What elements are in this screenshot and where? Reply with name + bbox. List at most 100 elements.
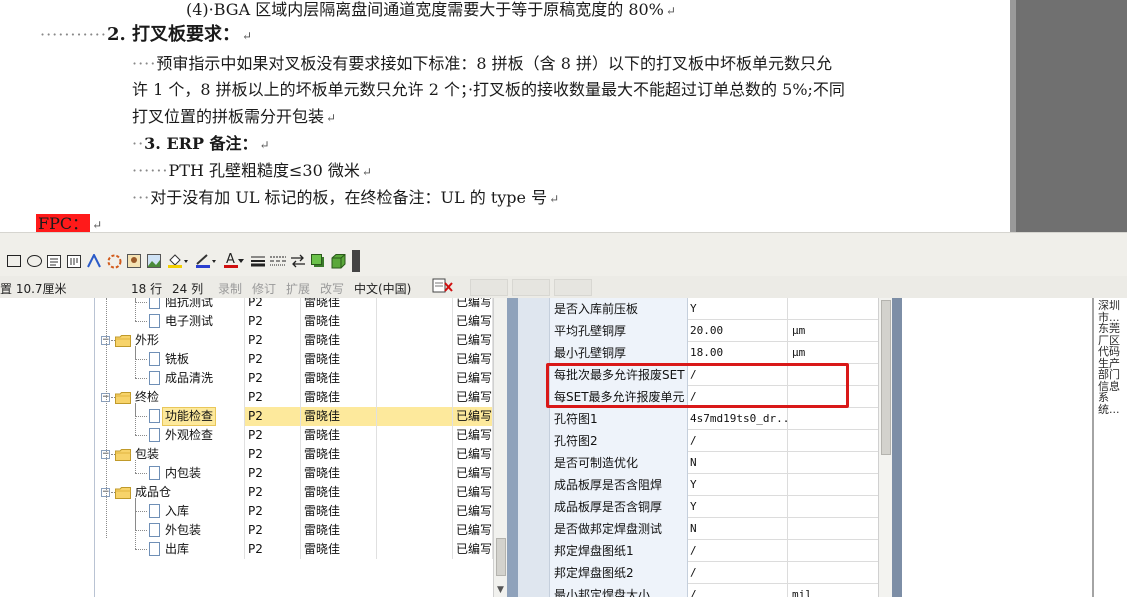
tree-status-cell[interactable]: 已编写 xyxy=(453,407,493,426)
tree-blank-cell[interactable] xyxy=(377,350,453,369)
tree-priority-cell[interactable]: P2 xyxy=(245,369,301,388)
tree-priority-cell[interactable]: P2 xyxy=(245,312,301,331)
tree-name-cell[interactable]: 铣板 xyxy=(95,350,245,369)
property-value[interactable]: 18.00 xyxy=(688,342,788,364)
tree-scrollbar-thumb[interactable] xyxy=(496,538,506,576)
property-scrollbar-thumb[interactable] xyxy=(881,300,891,455)
tree-user-cell[interactable]: 雷晓佳 xyxy=(301,369,377,388)
tree-blank-cell[interactable] xyxy=(377,388,453,407)
tree-name-cell[interactable]: 电子测试 xyxy=(95,312,245,331)
line-color-icon[interactable] xyxy=(194,253,218,269)
line-style-icon[interactable] xyxy=(250,253,266,269)
wordart-icon[interactable] xyxy=(86,253,102,269)
property-row[interactable]: 孔符图1 4s7md19ts0_dr... xyxy=(518,408,878,430)
tree-user-cell[interactable]: 雷晓佳 xyxy=(301,388,377,407)
property-row-header[interactable] xyxy=(518,342,550,364)
tree-item-label[interactable]: 外观检查 xyxy=(163,427,215,444)
tree-item-label[interactable]: 外包装 xyxy=(163,522,203,539)
tree-user-cell[interactable]: 雷晓佳 xyxy=(301,312,377,331)
status-record[interactable]: 录制 xyxy=(218,280,242,297)
property-row-header[interactable] xyxy=(518,584,550,597)
tree-status-cell[interactable]: 已编写 xyxy=(453,521,493,540)
tree-blank-cell[interactable] xyxy=(377,426,453,445)
tree-priority-cell[interactable]: P2 xyxy=(245,407,301,426)
tree-row[interactable]: 电子测试 P2 雷晓佳 已编写 xyxy=(95,312,493,331)
property-row-header[interactable] xyxy=(518,474,550,496)
tree-folder-row[interactable]: − 终检 P2 雷晓佳 已编写 xyxy=(95,388,493,407)
tree-item-label[interactable]: 终检 xyxy=(133,389,161,406)
tree-name-cell[interactable]: 外包装 xyxy=(95,521,245,540)
tree-status-cell[interactable]: 已编写 xyxy=(453,331,493,350)
tree-name-cell[interactable]: 入库 xyxy=(95,502,245,521)
tree-blank-cell[interactable] xyxy=(377,483,453,502)
tree-priority-cell[interactable]: P2 xyxy=(245,445,301,464)
scroll-down-arrow-icon[interactable]: ▼ xyxy=(497,585,504,595)
tree-row[interactable]: 外包装 P2 雷晓佳 已编写 xyxy=(95,521,493,540)
property-row[interactable]: 邦定焊盘图纸2/ xyxy=(518,562,878,584)
tree-user-cell[interactable]: 雷晓佳 xyxy=(301,502,377,521)
property-value[interactable]: Y xyxy=(688,474,788,496)
property-row[interactable]: 邦定焊盘图纸1/ xyxy=(518,540,878,562)
tree-name-cell[interactable]: 成品清洗 xyxy=(95,369,245,388)
property-scrollbar[interactable] xyxy=(878,298,893,597)
tree-blank-cell[interactable] xyxy=(377,540,453,559)
property-row-header[interactable] xyxy=(518,496,550,518)
tree-priority-cell[interactable]: P2 xyxy=(245,426,301,445)
tree-priority-cell[interactable]: P2 xyxy=(245,331,301,350)
rectangle-icon[interactable] xyxy=(6,253,22,269)
status-overtype[interactable]: 改写 xyxy=(320,280,344,297)
tree-item-label[interactable]: 电子测试 xyxy=(163,313,215,330)
textbox-icon[interactable] xyxy=(46,253,62,269)
tree-item-label[interactable]: 阻抗测试 xyxy=(163,298,215,311)
vertical-textbox-icon[interactable] xyxy=(66,253,82,269)
property-row[interactable]: 成品板厚是否含阻焊 Y xyxy=(518,474,878,496)
property-row-header[interactable] xyxy=(518,540,550,562)
tree-user-cell[interactable]: 雷晓佳 xyxy=(301,445,377,464)
tree-user-cell[interactable]: 雷晓佳 xyxy=(301,350,377,369)
property-row[interactable]: 是否做邦定焊盘测试 N xyxy=(518,518,878,540)
dash-style-icon[interactable] xyxy=(270,253,286,269)
tree-blank-cell[interactable] xyxy=(377,331,453,350)
tree-row[interactable]: 出库 P2 雷晓佳 已编写 xyxy=(95,540,493,559)
tree-priority-cell[interactable]: P2 xyxy=(245,540,301,559)
status-language[interactable]: 中文(中国) xyxy=(354,280,411,297)
tree-item-label[interactable]: 成品清洗 xyxy=(163,370,215,387)
tree-blank-cell[interactable] xyxy=(377,407,453,426)
tree-blank-cell[interactable] xyxy=(377,312,453,331)
tree-item-label[interactable]: 铣板 xyxy=(163,351,191,368)
tree-priority-cell[interactable]: P2 xyxy=(245,464,301,483)
tree-item-label[interactable]: 内包装 xyxy=(163,465,203,482)
property-row-header[interactable] xyxy=(518,298,550,320)
tree-name-cell[interactable]: 阻抗测试 xyxy=(95,298,245,312)
tree-user-cell[interactable]: 雷晓佳 xyxy=(301,407,377,426)
tree-name-cell[interactable]: − 外形 xyxy=(95,331,245,350)
tree-item-label[interactable]: 功能检查 xyxy=(161,407,217,426)
property-value[interactable]: 4s7md19ts0_dr... xyxy=(688,408,788,430)
property-value[interactable]: N xyxy=(688,518,788,540)
tree-row[interactable]: 阻抗测试 P2 雷晓佳 已编写 xyxy=(95,298,493,312)
tree-name-cell[interactable]: 出库 xyxy=(95,540,245,559)
property-row[interactable]: 孔符图2/ xyxy=(518,430,878,452)
property-value[interactable]: Y xyxy=(688,298,788,320)
tree-folder-row[interactable]: − 成品仓 P2 雷晓佳 已编写 xyxy=(95,483,493,502)
3d-icon[interactable] xyxy=(330,253,346,269)
tree-item-label[interactable]: 出库 xyxy=(163,541,191,558)
tree-name-cell[interactable]: − 包装 xyxy=(95,445,245,464)
tree-item-label[interactable]: 外形 xyxy=(133,332,161,349)
status-track-changes[interactable]: 修订 xyxy=(252,280,276,297)
property-value[interactable]: / xyxy=(688,562,788,584)
font-color-icon[interactable]: A xyxy=(222,252,246,269)
toolbar-overflow-handle[interactable] xyxy=(352,250,360,272)
property-row-header[interactable] xyxy=(518,452,550,474)
tree-priority-cell[interactable]: P2 xyxy=(245,298,301,312)
property-row[interactable]: 最小孔壁铜厚 18.00 μm xyxy=(518,342,878,364)
tree-status-cell[interactable]: 已编写 xyxy=(453,369,493,388)
shadow-icon[interactable] xyxy=(310,253,326,269)
tree-priority-cell[interactable]: P2 xyxy=(245,350,301,369)
tree-blank-cell[interactable] xyxy=(377,521,453,540)
property-value[interactable]: Y xyxy=(688,496,788,518)
tree-status-cell[interactable]: 已编写 xyxy=(453,350,493,369)
fill-color-icon[interactable] xyxy=(166,253,190,269)
tree-user-cell[interactable]: 雷晓佳 xyxy=(301,521,377,540)
tree-folder-row[interactable]: − 外形 P2 雷晓佳 已编写 xyxy=(95,331,493,350)
